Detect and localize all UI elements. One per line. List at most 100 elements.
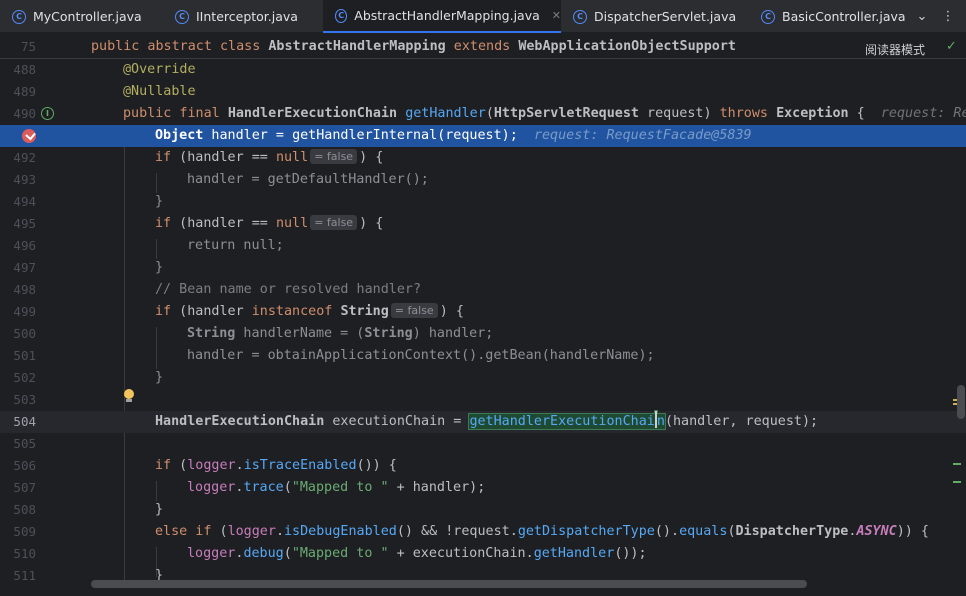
line-number: 489 xyxy=(13,84,36,99)
line-number: 503 xyxy=(13,392,36,407)
current-execution-line[interactable]: Object handler = getHandlerInternal(requ… xyxy=(0,125,966,147)
code-row[interactable]: 488 @Override xyxy=(0,59,966,81)
line-number: 490 xyxy=(13,106,36,121)
tab-label: MyController.java xyxy=(33,9,142,24)
line-number: 510 xyxy=(13,546,36,561)
class-icon: C xyxy=(573,9,587,24)
code-row[interactable]: 500 String handlerName = (String) handle… xyxy=(0,323,966,345)
code-row[interactable]: 509 else if (logger.isDebugEnabled() && … xyxy=(0,521,966,543)
reader-mode-toggle[interactable]: 阅读器模式 xyxy=(865,41,925,58)
code-line: String handlerName = (String) handler; xyxy=(187,326,494,341)
inline-value-badge: = false xyxy=(310,149,358,164)
inline-value-badge: = false xyxy=(310,215,358,230)
code-line: if (handler == null = false) { xyxy=(155,149,384,165)
line-number: 488 xyxy=(13,62,36,77)
sticky-class-header[interactable]: 75 public abstract class AbstractHandler… xyxy=(0,35,966,59)
code-row[interactable]: 508 } xyxy=(0,499,966,521)
code-line: @Nullable xyxy=(123,84,196,99)
line-number: 499 xyxy=(13,304,36,319)
code-line: if (handler == null = false) { xyxy=(155,215,384,231)
line-number: 504 xyxy=(13,414,36,429)
line-number: 505 xyxy=(13,436,36,451)
caret-line[interactable]: 504 HandlerExecutionChain executionChain… xyxy=(0,411,966,433)
change-marker[interactable] xyxy=(953,481,961,483)
code-editor[interactable]: 75 public abstract class AbstractHandler… xyxy=(0,35,966,596)
tab-label: BasicController.java xyxy=(782,9,906,24)
tab-iinterceptor[interactable]: C IInterceptor.java xyxy=(163,0,323,33)
lightbulb-icon[interactable] xyxy=(123,389,135,403)
code-row[interactable]: 497 } xyxy=(0,257,966,279)
code-row[interactable]: 499 if (handler instanceof String = false… xyxy=(0,301,966,323)
inline-debug-hint: request: RequestFacade@5839 xyxy=(533,128,752,143)
tab-mycontroller[interactable]: C MyController.java xyxy=(0,0,163,33)
code-row[interactable]: 492 if (handler == null = false) { xyxy=(0,147,966,169)
line-number: 497 xyxy=(13,260,36,275)
tab-label: AbstractHandlerMapping.java xyxy=(354,8,540,23)
code-line: logger.trace("Mapped to " + handler); xyxy=(187,480,486,495)
code-line: handler = getDefaultHandler(); xyxy=(187,172,429,187)
code-row[interactable]: 489 @Nullable xyxy=(0,81,966,103)
code-row[interactable]: 498 // Bean name or resolved handler? xyxy=(0,279,966,301)
code-line: HandlerExecutionChain executionChain = g… xyxy=(155,411,818,433)
line-number: 496 xyxy=(13,238,36,253)
line-number: 508 xyxy=(13,502,36,517)
line-number: 511 xyxy=(13,568,36,583)
line-number: 507 xyxy=(13,480,36,495)
code-row[interactable]: 507 logger.trace("Mapped to " + handler)… xyxy=(0,477,966,499)
tab-label: DispatcherServlet.java xyxy=(594,9,737,24)
inline-debug-hint: request: Re xyxy=(880,106,966,121)
line-number: 501 xyxy=(13,348,36,363)
code-line: } xyxy=(155,370,164,385)
code-row[interactable]: 494 } xyxy=(0,191,966,213)
code-row[interactable]: 501 handler = obtainApplicationContext()… xyxy=(0,345,966,367)
vertical-scrollbar-thumb[interactable] xyxy=(957,385,965,419)
class-icon: C xyxy=(175,9,189,24)
code-row[interactable]: 496 return null; xyxy=(0,235,966,257)
code-line: } xyxy=(155,260,164,275)
line-number: 506 xyxy=(13,458,36,473)
inline-value-badge: = false xyxy=(390,303,438,318)
code-line: public abstract class AbstractHandlerMap… xyxy=(91,39,736,54)
change-marker[interactable] xyxy=(953,463,961,465)
line-number: 493 xyxy=(13,172,36,187)
line-number: 75 xyxy=(20,39,36,54)
code-comment: // Bean name or resolved handler? xyxy=(155,282,422,297)
chevron-down-icon[interactable]: ⌄ xyxy=(909,0,935,33)
code-line: } xyxy=(155,194,164,209)
editor-tab-bar: C MyController.java C IInterceptor.java … xyxy=(0,0,966,33)
code-line: else if (logger.isDebugEnabled() && !req… xyxy=(155,524,929,539)
tab-dispatcherservlet[interactable]: C DispatcherServlet.java xyxy=(561,0,749,33)
code-line: } xyxy=(155,502,164,517)
overrides-method-icon[interactable]: I xyxy=(41,107,54,120)
breakpoint-icon[interactable] xyxy=(22,129,36,143)
class-icon: C xyxy=(12,9,26,24)
tab-label: IInterceptor.java xyxy=(196,9,298,24)
tab-abstracthandlermapping[interactable]: C AbstractHandlerMapping.java ✕ xyxy=(323,0,561,33)
code-row[interactable]: 502 } xyxy=(0,367,966,389)
code-line: logger.debug("Mapped to " + executionCha… xyxy=(187,546,647,561)
code-line: if (logger.isTraceEnabled()) { xyxy=(155,458,397,473)
code-line: return null; xyxy=(187,238,284,253)
line-number: 509 xyxy=(13,524,36,539)
code-row[interactable]: 493 handler = getDefaultHandler(); xyxy=(0,169,966,191)
code-line: Object handler = getHandlerInternal(requ… xyxy=(155,128,752,143)
selected-method-call[interactable]: getHandlerExecutionChai n xyxy=(468,411,666,430)
class-icon: C xyxy=(335,8,348,23)
close-icon[interactable]: ✕ xyxy=(552,9,561,22)
tab-basiccontroller[interactable]: C BasicController.java xyxy=(749,0,909,33)
code-row[interactable]: 503 xyxy=(0,389,966,411)
horizontal-scrollbar-thumb[interactable] xyxy=(91,580,807,588)
code-row[interactable]: 505 xyxy=(0,433,966,455)
code-row[interactable]: 495 if (handler == null = false) { xyxy=(0,213,966,235)
class-icon: C xyxy=(761,9,775,24)
more-options-icon[interactable]: ⋮ xyxy=(937,0,959,33)
line-number: 494 xyxy=(13,194,36,209)
code-row[interactable]: 490 I public final HandlerExecutionChain… xyxy=(0,103,966,125)
check-icon[interactable]: ✓ xyxy=(946,39,957,54)
code-row[interactable]: 510 logger.debug("Mapped to " + executio… xyxy=(0,543,966,565)
line-number: 502 xyxy=(13,370,36,385)
code-row[interactable]: 506 if (logger.isTraceEnabled()) { xyxy=(0,455,966,477)
code-line: @Override xyxy=(123,62,196,77)
line-number: 495 xyxy=(13,216,36,231)
code-line: if (handler instanceof String = false) { xyxy=(155,303,464,319)
